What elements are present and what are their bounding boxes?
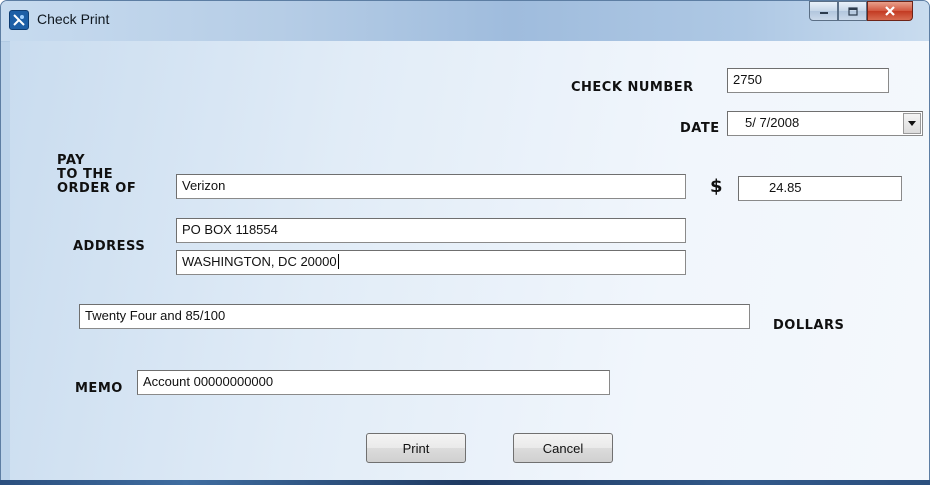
app-icon xyxy=(9,10,29,30)
date-label: DATE xyxy=(680,121,720,136)
date-value: 5/ 7/2008 xyxy=(745,115,800,130)
print-button[interactable]: Print xyxy=(366,433,466,463)
address-line2-field[interactable]: WASHINGTON, DC 20000 xyxy=(176,250,686,275)
maximize-icon xyxy=(847,6,858,16)
taskbar-strip xyxy=(0,480,930,485)
amount-words-field[interactable]: Twenty Four and 85/100 xyxy=(79,304,750,329)
memo-label: MEMO xyxy=(75,381,123,396)
payee-label-line3: ORDER OF xyxy=(57,181,137,196)
payee-label: PAY TO THE ORDER OF xyxy=(57,154,136,196)
minimize-button[interactable] xyxy=(809,1,838,21)
check-number-field[interactable]: 2750 xyxy=(727,68,889,93)
amount-field[interactable]: 24.85 xyxy=(738,176,902,201)
payee-label-line1: PAY xyxy=(57,153,86,168)
address-label: ADDRESS xyxy=(73,239,146,254)
payee-field[interactable]: Verizon xyxy=(176,174,686,199)
address-line1-field[interactable]: PO BOX 118554 xyxy=(176,218,686,243)
close-icon xyxy=(885,6,895,16)
cancel-button[interactable]: Cancel xyxy=(513,433,613,463)
title-bar[interactable]: Check Print xyxy=(1,1,929,41)
memo-field[interactable]: Account 00000000000 xyxy=(137,370,610,395)
minimize-icon xyxy=(819,12,828,14)
chevron-down-icon xyxy=(908,121,916,126)
date-dropdown[interactable]: 5/ 7/2008 xyxy=(727,111,923,136)
form-area: CHECK NUMBER 2750 DATE 5/ 7/2008 PAY TO … xyxy=(10,41,929,481)
dollars-label: DOLLARS xyxy=(773,318,845,333)
payee-label-line2: TO THE xyxy=(57,167,114,182)
maximize-button[interactable] xyxy=(838,1,867,21)
date-dropdown-button[interactable] xyxy=(903,113,921,134)
address-line2-value: WASHINGTON, DC 20000 xyxy=(182,254,337,269)
check-print-window: Check Print CHECK NUMBER 2750 DATE 5/ 7/… xyxy=(0,0,930,485)
window-controls xyxy=(809,1,913,23)
window-title: Check Print xyxy=(37,11,110,27)
close-button[interactable] xyxy=(867,1,913,21)
check-number-label: CHECK NUMBER xyxy=(571,80,694,95)
text-cursor xyxy=(337,254,339,269)
dollar-sign-label: $ xyxy=(710,176,724,197)
